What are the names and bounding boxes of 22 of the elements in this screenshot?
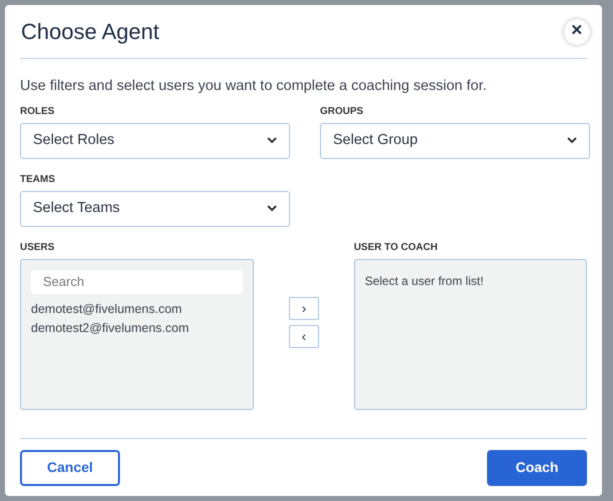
field-label: ROLES — [20, 104, 56, 119]
instruction-text: Use filters and select users you want to complete a coaching session for. — [20, 77, 488, 96]
field-label: USER TO COACH — [354, 240, 439, 255]
empty-message: Select a user from list! — [364, 274, 484, 288]
user-list-item[interactable]: demotest@fivelumens.com — [31, 300, 244, 320]
field-label: USERS — [20, 240, 56, 255]
chevron-down-icon — [267, 137, 277, 144]
cancel-button[interactable]: Cancel — [20, 450, 120, 486]
dropdown[interactable]: Select Group — [320, 122, 590, 159]
move-button[interactable]: › — [289, 296, 319, 320]
coach-button[interactable]: Coach — [487, 450, 587, 486]
close-button[interactable]: ✕ — [564, 18, 590, 44]
move-button[interactable]: ‹ — [289, 324, 319, 348]
chevron-down-icon — [567, 137, 577, 144]
field-label: TEAMS — [20, 172, 56, 187]
dropdown[interactable]: Select Roles — [20, 122, 290, 159]
chevron-down-icon — [267, 205, 277, 212]
dropdown[interactable]: Select Teams — [20, 190, 290, 227]
search-field[interactable]: Search — [31, 270, 244, 294]
dialog-title: Choose Agent — [20, 18, 160, 46]
user-list-item[interactable]: demotest2@fivelumens.com — [31, 319, 244, 338]
field-label: GROUPS — [320, 104, 364, 119]
